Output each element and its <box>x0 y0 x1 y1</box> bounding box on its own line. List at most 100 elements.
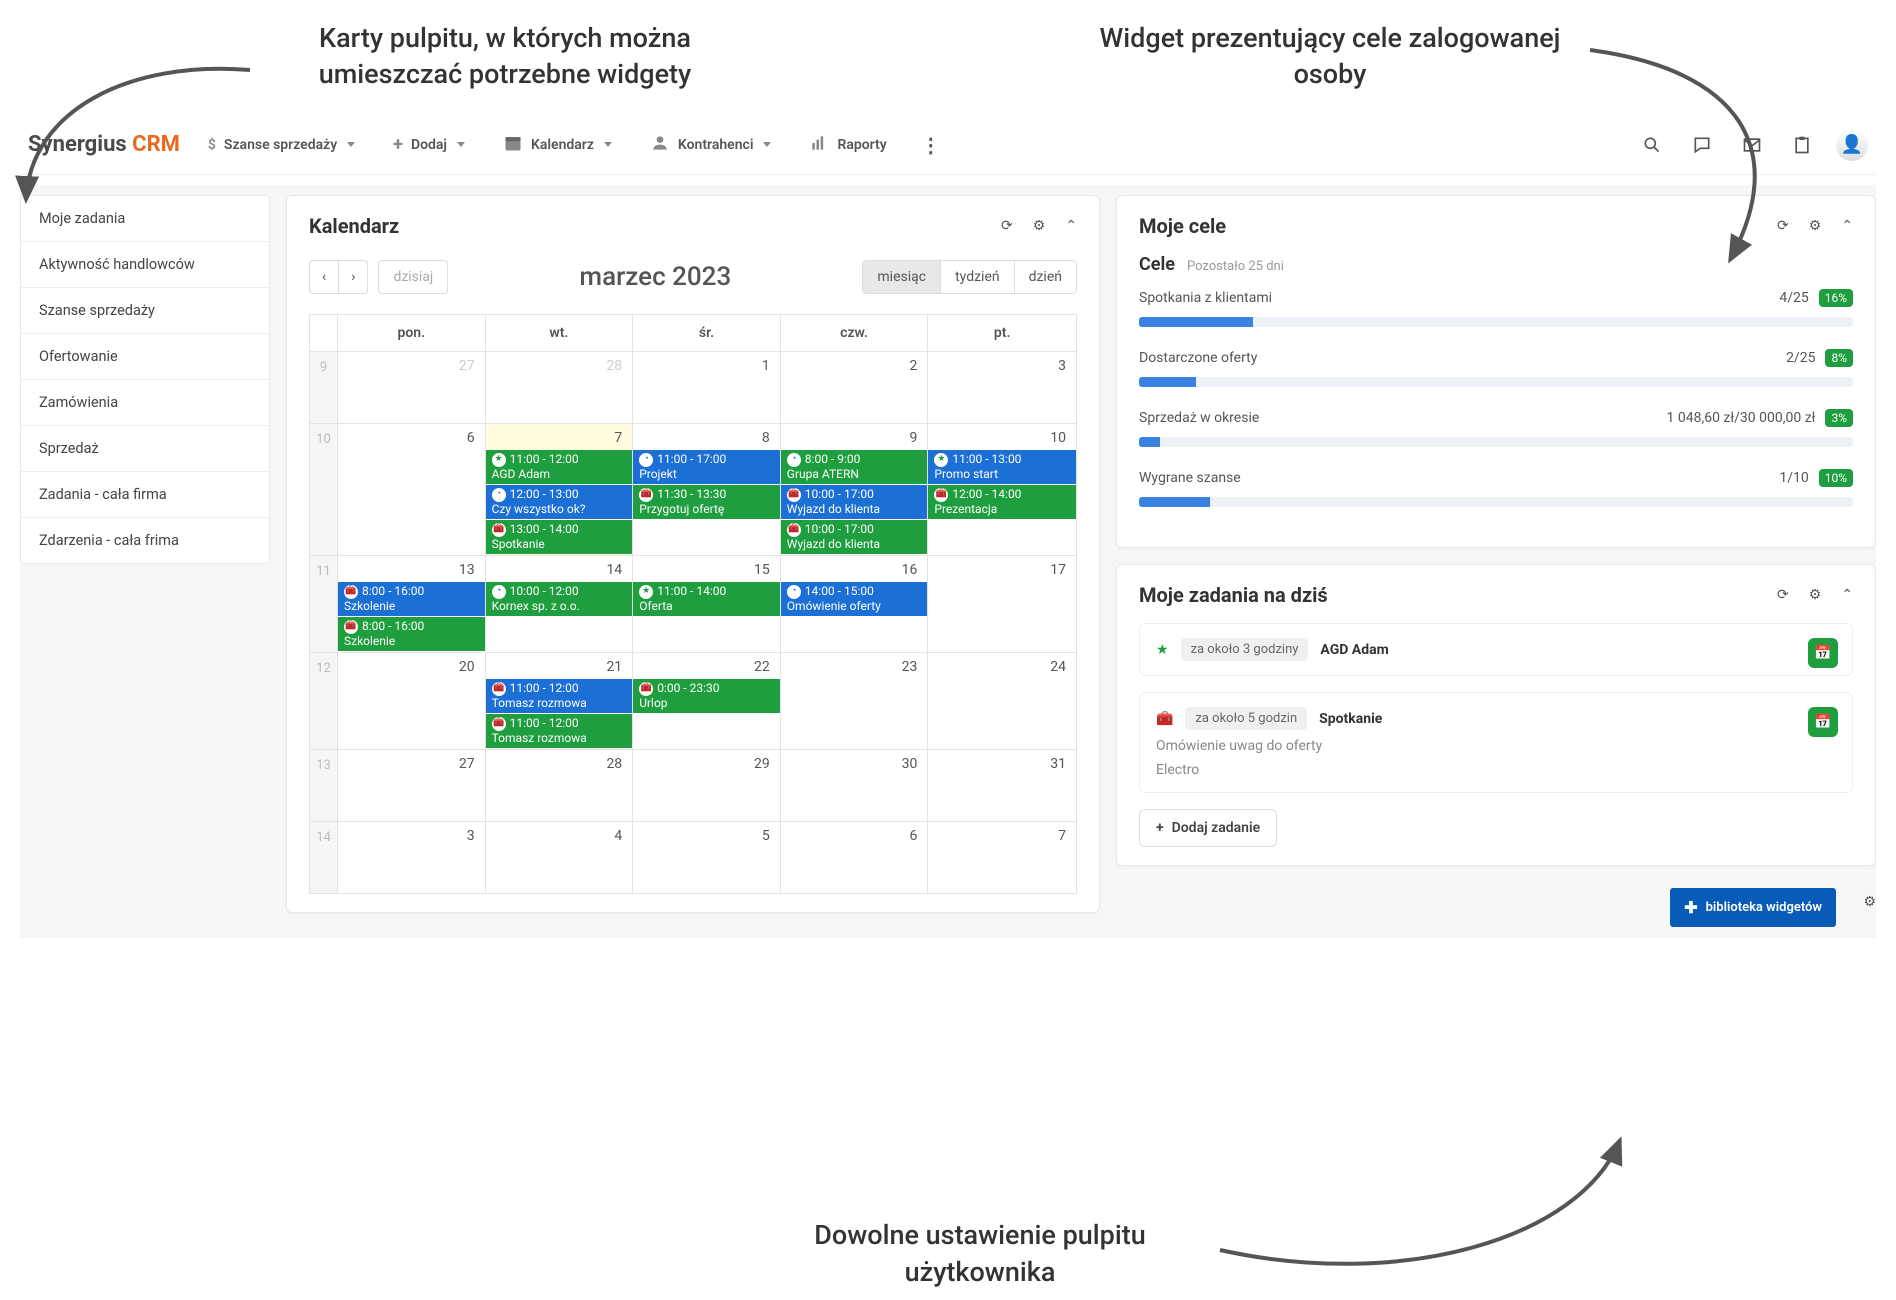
more-icon[interactable]: ⋮ <box>915 129 947 161</box>
calendar-event[interactable]: ★11:00 - 13:00Promo start <box>928 450 1076 484</box>
calendar-event[interactable]: ★11:00 - 12:00AGD Adam <box>486 450 633 484</box>
calendar-cell[interactable]: 14◔10:00 - 12:00Kornex sp. z o.o. <box>486 556 634 652</box>
clock-icon: ◔ <box>492 488 506 502</box>
task-calendar-icon[interactable]: 📅 <box>1808 707 1838 737</box>
task-item[interactable]: ★za około 3 godzinyAGD Adam📅 <box>1139 623 1853 676</box>
search-icon[interactable] <box>1636 129 1668 161</box>
sidebar-item[interactable]: Szanse sprzedaży <box>21 288 269 334</box>
chat-icon[interactable] <box>1686 129 1718 161</box>
calendar-event[interactable]: ◔11:00 - 17:00Projekt <box>633 450 780 484</box>
calendar-event[interactable]: ◔10:00 - 12:00Kornex sp. z o.o. <box>486 582 633 616</box>
calendar-event[interactable]: ◔14:00 - 15:00Omówienie oferty <box>781 582 928 616</box>
task-calendar-icon[interactable]: 📅 <box>1808 638 1838 668</box>
gear-icon[interactable]: ⚙ <box>1033 218 1046 234</box>
calendar-cell[interactable]: 7★11:00 - 12:00AGD Adam◔12:00 - 13:00Czy… <box>486 424 634 555</box>
calendar-cell[interactable]: 13🧰8:00 - 16:00Szkolenie🧰8:00 - 16:00Szk… <box>338 556 486 652</box>
view-week[interactable]: tydzień <box>940 261 1014 293</box>
calendar-cell[interactable]: 6 <box>338 424 486 555</box>
calendar-event[interactable]: ★11:00 - 14:00Oferta <box>633 582 780 616</box>
refresh-icon[interactable]: ⟳ <box>1777 587 1789 603</box>
mail-icon[interactable] <box>1736 129 1768 161</box>
calendar-cell[interactable]: 5 <box>633 822 781 893</box>
calendar-event[interactable]: 🧰10:00 - 17:00Wyjazd do klienta <box>781 485 928 519</box>
dow-header: śr. <box>633 315 781 351</box>
calendar-cell[interactable]: 23 <box>781 653 929 749</box>
sidebar-item[interactable]: Moje zadania <box>21 196 269 242</box>
calendar-cell[interactable]: 3 <box>338 822 486 893</box>
goal-bar <box>1139 437 1853 447</box>
collapse-icon[interactable]: ⌃ <box>1841 218 1853 234</box>
widget-library-button[interactable]: ✚biblioteka widgetów <box>1670 888 1836 927</box>
sidebar-item[interactable]: Ofertowanie <box>21 334 269 380</box>
collapse-icon[interactable]: ⌃ <box>1841 587 1853 603</box>
view-month[interactable]: miesiąc <box>863 261 940 293</box>
calendar-event[interactable]: ◔12:00 - 13:00Czy wszystko ok? <box>486 485 633 519</box>
nav-sales[interactable]: $Szanse sprzedaży <box>198 131 365 159</box>
calendar-event[interactable]: 🧰11:00 - 12:00Tomasz rozmowa <box>486 714 633 748</box>
nav-calendar[interactable]: Kalendarz <box>493 127 622 163</box>
calendar-event[interactable]: 🧰11:30 - 13:30Przygotuj ofertę <box>633 485 780 519</box>
calendar-cell[interactable]: 3 <box>928 352 1076 423</box>
nav-contractors[interactable]: Kontrahenci <box>640 127 782 163</box>
task-item[interactable]: 🧰za około 5 godzinSpotkanieOmówienie uwa… <box>1139 692 1853 793</box>
calendar-cell[interactable]: 28 <box>486 750 634 821</box>
calendar-cell[interactable]: 16◔14:00 - 15:00Omówienie oferty <box>781 556 929 652</box>
add-task-button[interactable]: +Dodaj zadanie <box>1139 809 1277 847</box>
refresh-icon[interactable]: ⟳ <box>1777 218 1789 234</box>
calendar-cell[interactable]: 21🧰11:00 - 12:00Tomasz rozmowa🧰11:00 - 1… <box>486 653 634 749</box>
calendar-event[interactable]: 🧰13:00 - 14:00Spotkanie <box>486 520 633 554</box>
calendar-event[interactable]: 🧰8:00 - 16:00Szkolenie <box>338 617 485 651</box>
next-button[interactable]: › <box>338 260 368 294</box>
calendar-cell[interactable]: 24 <box>928 653 1076 749</box>
sidebar-item[interactable]: Sprzedaż <box>21 426 269 472</box>
tasks-title: Moje zadania na dziś <box>1139 583 1777 607</box>
brief-icon: 🧰 <box>787 488 801 502</box>
calendar-cell[interactable]: 29 <box>633 750 781 821</box>
calendar-cell[interactable]: 17 <box>928 556 1076 652</box>
goal-label: Dostarczone oferty <box>1139 350 1786 366</box>
calendar-cell[interactable]: 27 <box>338 352 486 423</box>
prev-button[interactable]: ‹ <box>309 260 338 294</box>
calendar-event[interactable]: 🧰8:00 - 16:00Szkolenie <box>338 582 485 616</box>
sidebar-item[interactable]: Zdarzenia - cała frima <box>21 518 269 563</box>
calendar-cell[interactable]: 6 <box>781 822 929 893</box>
gear-icon[interactable]: ⚙ <box>1863 894 1876 910</box>
calendar-cell[interactable]: 9◔8:00 - 9:00Grupa ATERN🧰10:00 - 17:00Wy… <box>781 424 929 555</box>
calendar-cell[interactable]: 7 <box>928 822 1076 893</box>
calendar-cell[interactable]: 8◔11:00 - 17:00Projekt🧰11:30 - 13:30Przy… <box>633 424 781 555</box>
gear-icon[interactable]: ⚙ <box>1809 218 1822 234</box>
sidebar-item[interactable]: Aktywność handlowców <box>21 242 269 288</box>
brief-icon: 🧰 <box>344 585 358 599</box>
calendar-event[interactable]: ◔8:00 - 9:00Grupa ATERN <box>781 450 928 484</box>
calendar-cell[interactable]: 28 <box>486 352 634 423</box>
day-number: 21 <box>486 653 633 679</box>
refresh-icon[interactable]: ⟳ <box>1001 218 1013 234</box>
sidebar-item[interactable]: Zamówienia <box>21 380 269 426</box>
calendar-event[interactable]: 🧰10:00 - 17:00Wyjazd do klienta <box>781 520 928 554</box>
day-number: 6 <box>781 822 928 848</box>
goal-item: Spotkania z klientami4/2516% <box>1139 289 1853 327</box>
calendar-cell[interactable]: 4 <box>486 822 634 893</box>
calendar-event[interactable]: 🧰11:00 - 12:00Tomasz rozmowa <box>486 679 633 713</box>
sidebar-item[interactable]: Zadania - cała firma <box>21 472 269 518</box>
gear-icon[interactable]: ⚙ <box>1809 587 1822 603</box>
calendar-cell[interactable]: 15★11:00 - 14:00Oferta <box>633 556 781 652</box>
calendar-month: marzec 2023 <box>458 262 852 292</box>
nav-add[interactable]: +Dodaj <box>383 128 475 161</box>
calendar-cell[interactable]: 30 <box>781 750 929 821</box>
avatar[interactable]: 👤 <box>1836 129 1868 161</box>
collapse-icon[interactable]: ⌃ <box>1065 218 1077 234</box>
calendar-event[interactable]: 🧰12:00 - 14:00Prezentacja <box>928 485 1076 519</box>
calendar-cell[interactable]: 1 <box>633 352 781 423</box>
calendar-cell[interactable]: 10★11:00 - 13:00Promo start🧰12:00 - 14:0… <box>928 424 1076 555</box>
calendar-cell[interactable]: 31 <box>928 750 1076 821</box>
calendar-cell[interactable]: 27 <box>338 750 486 821</box>
nav-reports[interactable]: Raporty <box>799 127 896 163</box>
today-button[interactable]: dzisiaj <box>378 260 448 294</box>
calendar-cell[interactable]: 20 <box>338 653 486 749</box>
calendar-cell[interactable]: 2 <box>781 352 929 423</box>
clipboard-icon[interactable] <box>1786 129 1818 161</box>
calendar-event[interactable]: 🧰0:00 - 23:30Urlop <box>633 679 780 713</box>
calendar-cell[interactable]: 22🧰0:00 - 23:30Urlop <box>633 653 781 749</box>
view-day[interactable]: dzień <box>1014 261 1076 293</box>
